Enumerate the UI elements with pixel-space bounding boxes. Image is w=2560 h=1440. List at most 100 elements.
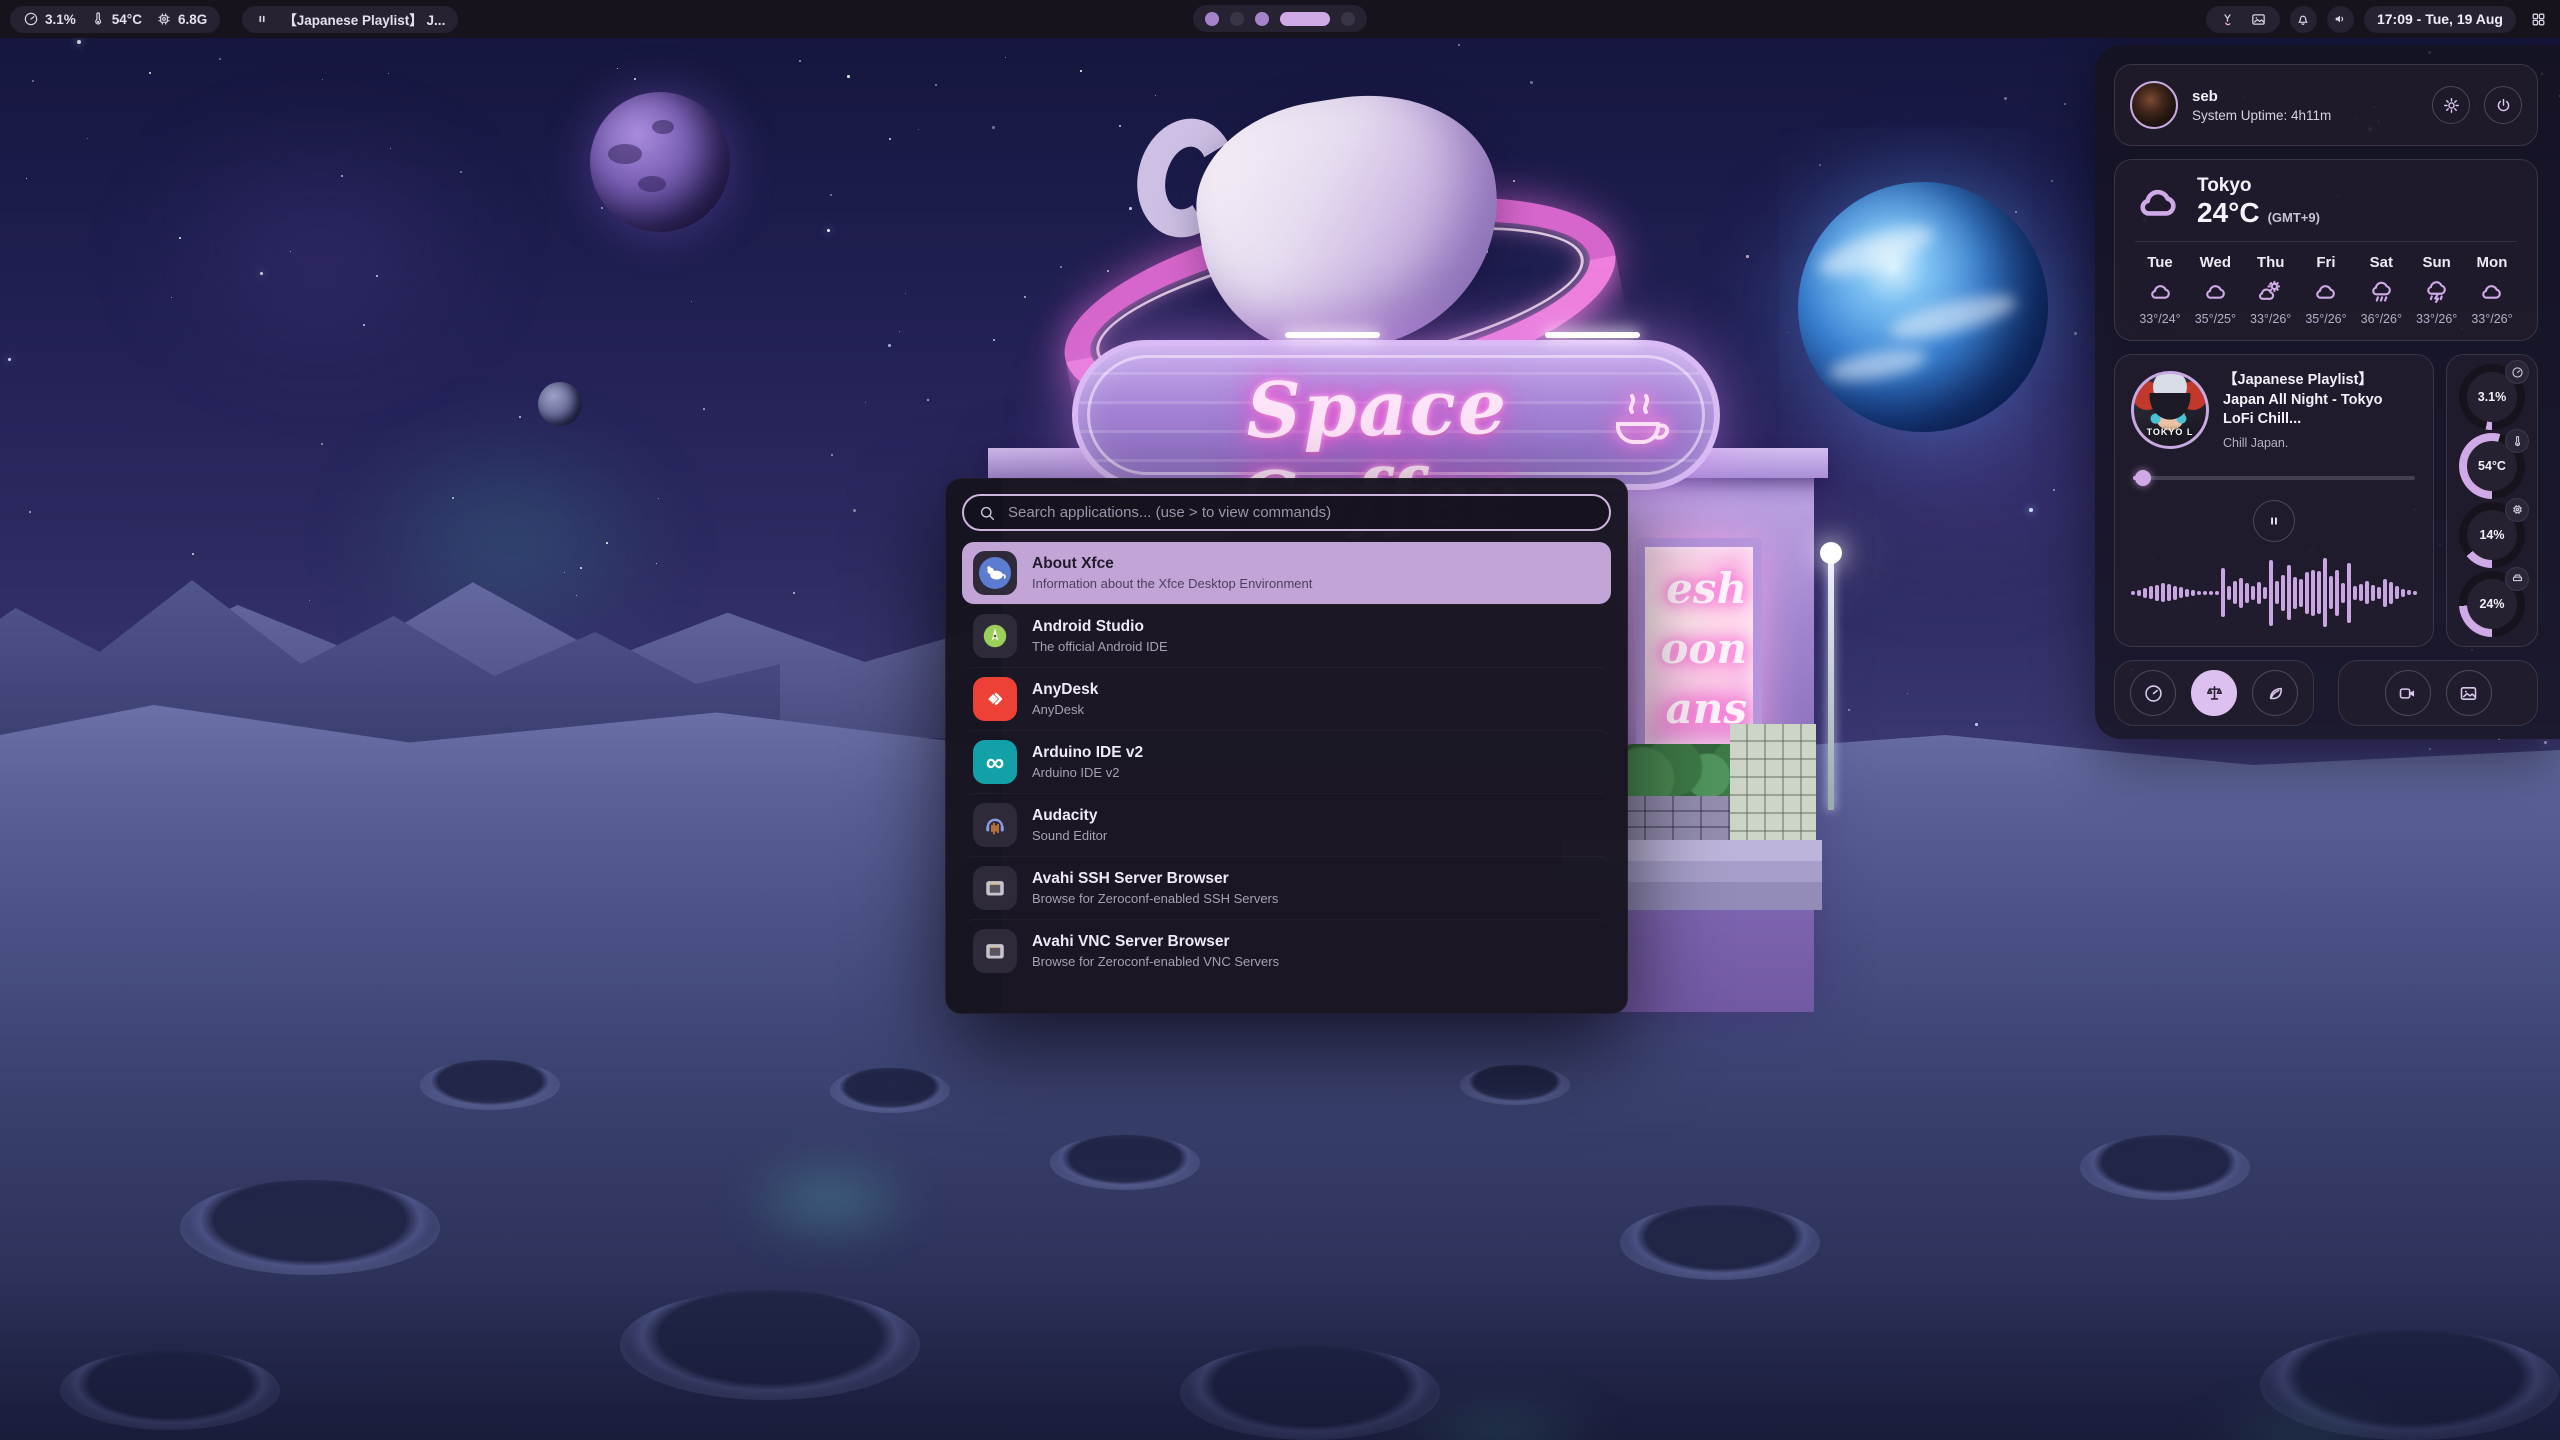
system-stats-pill[interactable]: 3.1%54°C6.8G (10, 6, 220, 33)
visualizer-bar (2197, 591, 2201, 595)
app-list: About XfceInformation about the Xfce Des… (962, 542, 1611, 982)
weather-timezone: (GMT+9) (2268, 210, 2320, 225)
control-panel: seb System Uptime: 4h11m Tokyo 24°C (GMT… (2095, 45, 2560, 739)
app-name: Android Studio (1032, 618, 1168, 636)
system-tray-pill[interactable] (2206, 6, 2280, 33)
gauge-badge (2505, 498, 2529, 522)
notifications-button[interactable] (2290, 6, 2317, 33)
app-item-text: AnyDeskAnyDesk (1032, 681, 1098, 717)
speedometer-icon (2143, 683, 2164, 704)
audacity-icon (973, 803, 1017, 847)
device-icon (2219, 11, 2236, 28)
visualizer-bar (2365, 581, 2369, 604)
gauge-disk: 24% (2459, 571, 2525, 637)
progress-slider[interactable] (2133, 470, 2415, 486)
visualizer-bar (2335, 570, 2339, 616)
profile-scales-button[interactable] (2191, 670, 2237, 716)
power-profile-group (2114, 660, 2314, 726)
crater (2080, 1135, 2250, 1200)
crater (830, 1068, 950, 1113)
app-item-4[interactable]: ∞Arduino IDE v2Arduino IDE v2 (962, 730, 1611, 793)
visualizer-bar (2353, 586, 2357, 600)
visualizer-bar (2167, 584, 2171, 601)
gauge-badge (2505, 429, 2529, 453)
stat-speedometer: 3.1% (23, 11, 76, 27)
forecast-day-sun: Sun 33°/26° (2412, 254, 2462, 326)
visualizer-bar (2191, 590, 2195, 596)
apps-grid-button[interactable] (2526, 7, 2550, 31)
visualizer-bar (2131, 591, 2135, 595)
forecast-day-sat: Sat36°/26° (2356, 254, 2406, 326)
wallpaper-button[interactable] (2446, 670, 2492, 716)
screen-record-button[interactable] (2385, 670, 2431, 716)
search-input[interactable] (1006, 503, 1595, 522)
system-uptime: System Uptime: 4h11m (2192, 108, 2418, 123)
album-art: TOKYO L (2131, 371, 2209, 449)
gauge-speedometer: 3.1% (2459, 364, 2525, 430)
progress-thumb[interactable] (2135, 470, 2151, 486)
visualizer-bar (2293, 577, 2297, 609)
profile-speedometer-button[interactable] (2130, 670, 2176, 716)
shop-window: eshoonans (1636, 538, 1762, 754)
visualizer-bar (2185, 589, 2189, 597)
power-button[interactable] (2484, 86, 2522, 124)
chip-icon (2511, 503, 2524, 516)
workspace-dot-4[interactable] (1280, 12, 1330, 26)
app-name: Avahi SSH Server Browser (1032, 870, 1278, 888)
forecast-temps: 33°/26° (2416, 312, 2457, 326)
forecast-day-label: Thu (2257, 254, 2285, 271)
android-studio-icon (973, 614, 1017, 658)
cloud-icon (2478, 278, 2505, 305)
speedometer-icon (2511, 366, 2524, 379)
app-item-2[interactable]: Android StudioThe official Android IDE (962, 604, 1611, 667)
app-item-text: About XfceInformation about the Xfce Des… (1032, 555, 1312, 591)
pause-icon (255, 12, 269, 26)
profile-leaf-button[interactable] (2252, 670, 2298, 716)
network-port-icon (973, 929, 1017, 973)
app-name: About Xfce (1032, 555, 1312, 573)
earth (1798, 182, 2048, 432)
settings-button[interactable] (2432, 86, 2470, 124)
visualizer-bar (2173, 586, 2177, 600)
visualizer-bar (2371, 585, 2375, 601)
screen-record-icon (2397, 683, 2418, 704)
cloud-icon (2147, 278, 2174, 305)
visualizer-bar (2245, 583, 2249, 603)
pause-button[interactable] (2253, 500, 2295, 542)
workspace-dot-1[interactable] (1205, 12, 1219, 26)
forecast-day-label: Sun (2422, 254, 2450, 271)
neon-coffee-cup-icon (1602, 362, 1680, 466)
visualizer-bar (2317, 571, 2321, 614)
launcher-search[interactable] (962, 494, 1611, 531)
audio-visualizer (2131, 550, 2417, 636)
visualizer-bar (2323, 558, 2327, 627)
app-item-5[interactable]: AudacitySound Editor (962, 793, 1611, 856)
crater (1620, 1205, 1820, 1280)
app-item-7[interactable]: Avahi VNC Server BrowserBrowse for Zeroc… (962, 919, 1611, 982)
app-item-6[interactable]: Avahi SSH Server BrowserBrowse for Zeroc… (962, 856, 1611, 919)
workspace-dot-3[interactable] (1255, 12, 1269, 26)
now-playing-pill[interactable]: 【Japanese Playlist】 J... (242, 6, 458, 33)
storm-icon (2423, 278, 2450, 305)
visualizer-bar (2161, 583, 2165, 602)
foreground-haze (0, 1280, 2560, 1440)
forecast-day-label: Sat (2370, 254, 2393, 271)
clock-pill[interactable]: 17:09 - Tue, 19 Aug (2364, 6, 2516, 33)
scales-icon (2204, 683, 2225, 704)
crater (1460, 1065, 1570, 1105)
volume-button[interactable] (2327, 6, 2354, 33)
thermometer-icon (90, 11, 106, 27)
app-item-3[interactable]: AnyDeskAnyDesk (962, 667, 1611, 730)
visualizer-bar (2299, 579, 2303, 606)
workspace-indicator[interactable] (1193, 5, 1367, 32)
forecast-temps: 33°/24° (2139, 312, 2180, 326)
workspace-dot-2[interactable] (1230, 12, 1244, 26)
power-icon (2494, 96, 2513, 115)
app-item-1[interactable]: About XfceInformation about the Xfce Des… (962, 542, 1611, 604)
app-item-text: Android StudioThe official Android IDE (1032, 618, 1168, 654)
volume-icon (2332, 11, 2348, 27)
app-item-text: Avahi SSH Server BrowserBrowse for Zeroc… (1032, 870, 1278, 906)
visualizer-bar (2275, 581, 2279, 604)
cloud-icon (2312, 278, 2339, 305)
workspace-dot-5[interactable] (1341, 12, 1355, 26)
